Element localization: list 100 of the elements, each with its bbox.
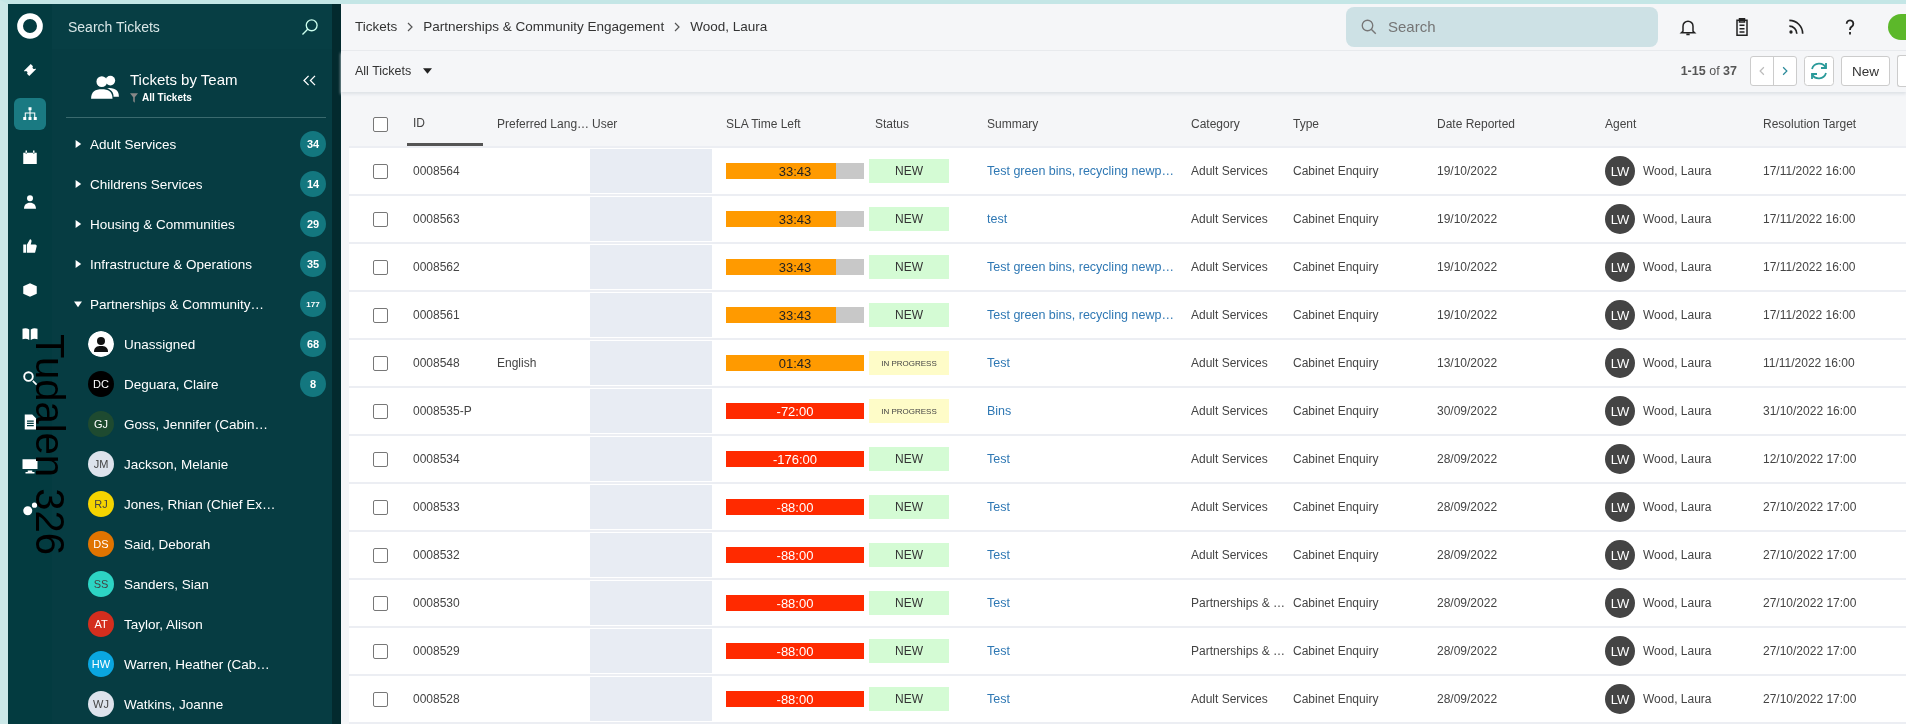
caret-icon[interactable] xyxy=(74,260,82,268)
avatar: LW xyxy=(1605,252,1635,282)
agent-name: Wood, Laura xyxy=(1643,260,1712,274)
agent-name: Wood, Laura xyxy=(1643,308,1712,322)
table-cell-text: 17/11/2022 16:00 xyxy=(1763,163,1857,180)
logo-icon xyxy=(16,12,44,40)
checkbox[interactable] xyxy=(372,307,388,323)
status-badge: NEW xyxy=(869,303,949,327)
summary-link[interactable]: Test xyxy=(987,500,1010,514)
team-item[interactable]: Childrens Services xyxy=(90,176,292,192)
agent-item[interactable]: Goss, Jennifer (Cabin… xyxy=(124,416,326,432)
agent-item[interactable]: Sanders, Sian xyxy=(124,576,326,592)
checkbox[interactable] xyxy=(372,643,388,659)
checkbox[interactable] xyxy=(372,355,388,371)
table-cell-text: English xyxy=(496,355,538,372)
search-icon[interactable] xyxy=(300,16,320,37)
summary-link[interactable]: test xyxy=(987,212,1008,226)
agent-item[interactable]: Jackson, Melanie xyxy=(124,456,326,472)
summary-link[interactable]: Test xyxy=(987,452,1010,466)
checkbox[interactable] xyxy=(372,547,388,563)
table-cell-text: 0008530 xyxy=(412,595,461,612)
table-cell-text: 28/09/2022 xyxy=(1437,451,1499,468)
table-cell-text: 0008562 xyxy=(412,259,461,276)
summary-link[interactable]: Test xyxy=(987,356,1010,370)
table-cell-text: 27/10/2022 17:00 xyxy=(1763,691,1858,708)
checkbox[interactable] xyxy=(372,595,388,611)
checkbox[interactable] xyxy=(372,451,388,467)
checkbox[interactable] xyxy=(372,259,388,275)
table-cell-text: 0008548 xyxy=(412,355,461,372)
view-dropdown[interactable]: All Tickets xyxy=(355,64,433,79)
agent-name: Wood, Laura xyxy=(1643,692,1712,706)
org-chart-icon[interactable] xyxy=(14,98,46,130)
new-button[interactable]: New xyxy=(1841,56,1890,87)
summary-link[interactable]: Test xyxy=(987,596,1010,610)
sla-bar: -88:00 xyxy=(726,499,864,515)
avatar: AT xyxy=(88,611,114,637)
column-header[interactable]: Resolution Target xyxy=(1763,102,1906,146)
summary-link[interactable]: Test green bins, recycling newp… xyxy=(987,164,1174,178)
collapse-icon[interactable] xyxy=(303,75,316,86)
checkbox[interactable] xyxy=(372,403,388,419)
caret-icon[interactable] xyxy=(74,180,82,188)
column-header[interactable]: Date Reported xyxy=(1437,102,1605,146)
refresh-icon[interactable] xyxy=(1804,56,1834,87)
summary-link[interactable]: Test green bins, recycling newp… xyxy=(987,260,1174,274)
checkbox[interactable] xyxy=(372,211,388,227)
checkbox[interactable] xyxy=(372,116,388,132)
table-cell-text: 0008528 xyxy=(412,691,461,708)
summary-link[interactable]: Test xyxy=(987,692,1010,706)
agent-item[interactable]: Said, Deborah xyxy=(124,536,326,552)
sla-bar: -88:00 xyxy=(726,595,864,611)
table-cell-text: 28/09/2022 xyxy=(1437,595,1499,612)
column-header[interactable]: Type xyxy=(1293,102,1437,146)
table-cell-text: 28/09/2022 xyxy=(1437,499,1499,516)
table-cell-text: Adult Services xyxy=(1190,259,1269,276)
table-cell-text: Adult Services xyxy=(1190,163,1269,180)
caret-icon[interactable] xyxy=(74,140,82,148)
panel-title: Tickets by Team xyxy=(130,71,239,88)
summary-link[interactable]: Bins xyxy=(987,404,1012,418)
agent-item[interactable]: Unassigned xyxy=(124,336,290,352)
agent-item[interactable]: Watkins, Joanne xyxy=(124,696,326,712)
column-header[interactable]: Agent xyxy=(1605,102,1763,146)
status-badge: NEW xyxy=(869,207,949,231)
agent-item[interactable]: Taylor, Alison xyxy=(124,616,326,632)
column-header[interactable]: Category xyxy=(1185,102,1293,146)
caret-icon[interactable] xyxy=(74,220,82,228)
avatar-icon xyxy=(88,331,114,357)
team-item[interactable]: Housing & Communities xyxy=(90,216,292,232)
avatar: LW xyxy=(1605,300,1635,330)
team-item[interactable]: Partnerships & Community… xyxy=(90,296,292,312)
table-cell-text: 27/10/2022 17:00 xyxy=(1763,547,1858,564)
sla-bar: 01:43 xyxy=(726,355,864,371)
team-item[interactable]: Adult Services xyxy=(90,136,292,152)
checkbox[interactable] xyxy=(372,499,388,515)
breadcrumb-link[interactable]: Partnerships & Community Engagement xyxy=(423,19,665,35)
table-cell-text: Cabinet Enquiry xyxy=(1293,499,1380,516)
agent-name: Wood, Laura xyxy=(1643,596,1712,610)
breadcrumb-link[interactable]: Tickets xyxy=(355,19,398,35)
count-badge: 8 xyxy=(300,371,326,397)
caret-icon[interactable] xyxy=(74,300,82,308)
column-header[interactable]: ID xyxy=(407,102,483,146)
breadcrumb-link[interactable]: Wood, Laura xyxy=(690,19,768,35)
column-header[interactable]: Status xyxy=(869,102,971,146)
status-badge: NEW xyxy=(869,639,949,663)
summary-link[interactable]: Test xyxy=(987,548,1010,562)
column-header[interactable]: Preferred Lang… xyxy=(483,102,588,146)
team-item[interactable]: Infrastructure & Operations xyxy=(90,256,292,272)
column-header[interactable]: User xyxy=(588,102,714,146)
agent-name: Wood, Laura xyxy=(1643,500,1712,514)
checkbox[interactable] xyxy=(372,691,388,707)
summary-link[interactable]: Test green bins, recycling newp… xyxy=(987,308,1174,322)
column-header[interactable]: Summary xyxy=(971,102,1185,146)
agent-item[interactable]: Warren, Heather (Cab… xyxy=(124,656,326,672)
agent-item[interactable]: Deguara, Claire xyxy=(124,376,290,392)
summary-link[interactable]: Test xyxy=(987,644,1010,658)
agent-item[interactable]: Jones, Rhian (Chief Ex… xyxy=(124,496,326,512)
column-header[interactable]: SLA Time Left xyxy=(714,102,869,146)
avatar: LW xyxy=(1605,492,1635,522)
search-field[interactable]: Search xyxy=(1346,7,1658,47)
checkbox[interactable] xyxy=(372,163,388,179)
rss-icon[interactable] xyxy=(1786,17,1806,37)
